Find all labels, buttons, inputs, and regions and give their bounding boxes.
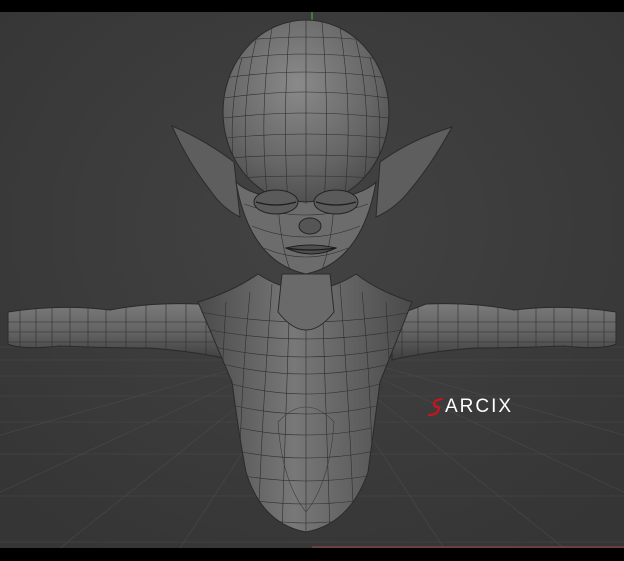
right-eye [313, 189, 359, 215]
left-eye [253, 189, 299, 215]
letterbox-bottom [0, 548, 624, 561]
neck [277, 273, 335, 331]
letterbox-top [0, 0, 624, 12]
nose [298, 217, 322, 235]
watermark-text: ARCIX [445, 396, 514, 417]
3d-viewport[interactable]: ARCIX [0, 12, 624, 548]
stylized-red-s-icon [428, 398, 444, 416]
arcix-watermark: ARCIX [428, 396, 513, 418]
logo-mark [428, 398, 444, 416]
